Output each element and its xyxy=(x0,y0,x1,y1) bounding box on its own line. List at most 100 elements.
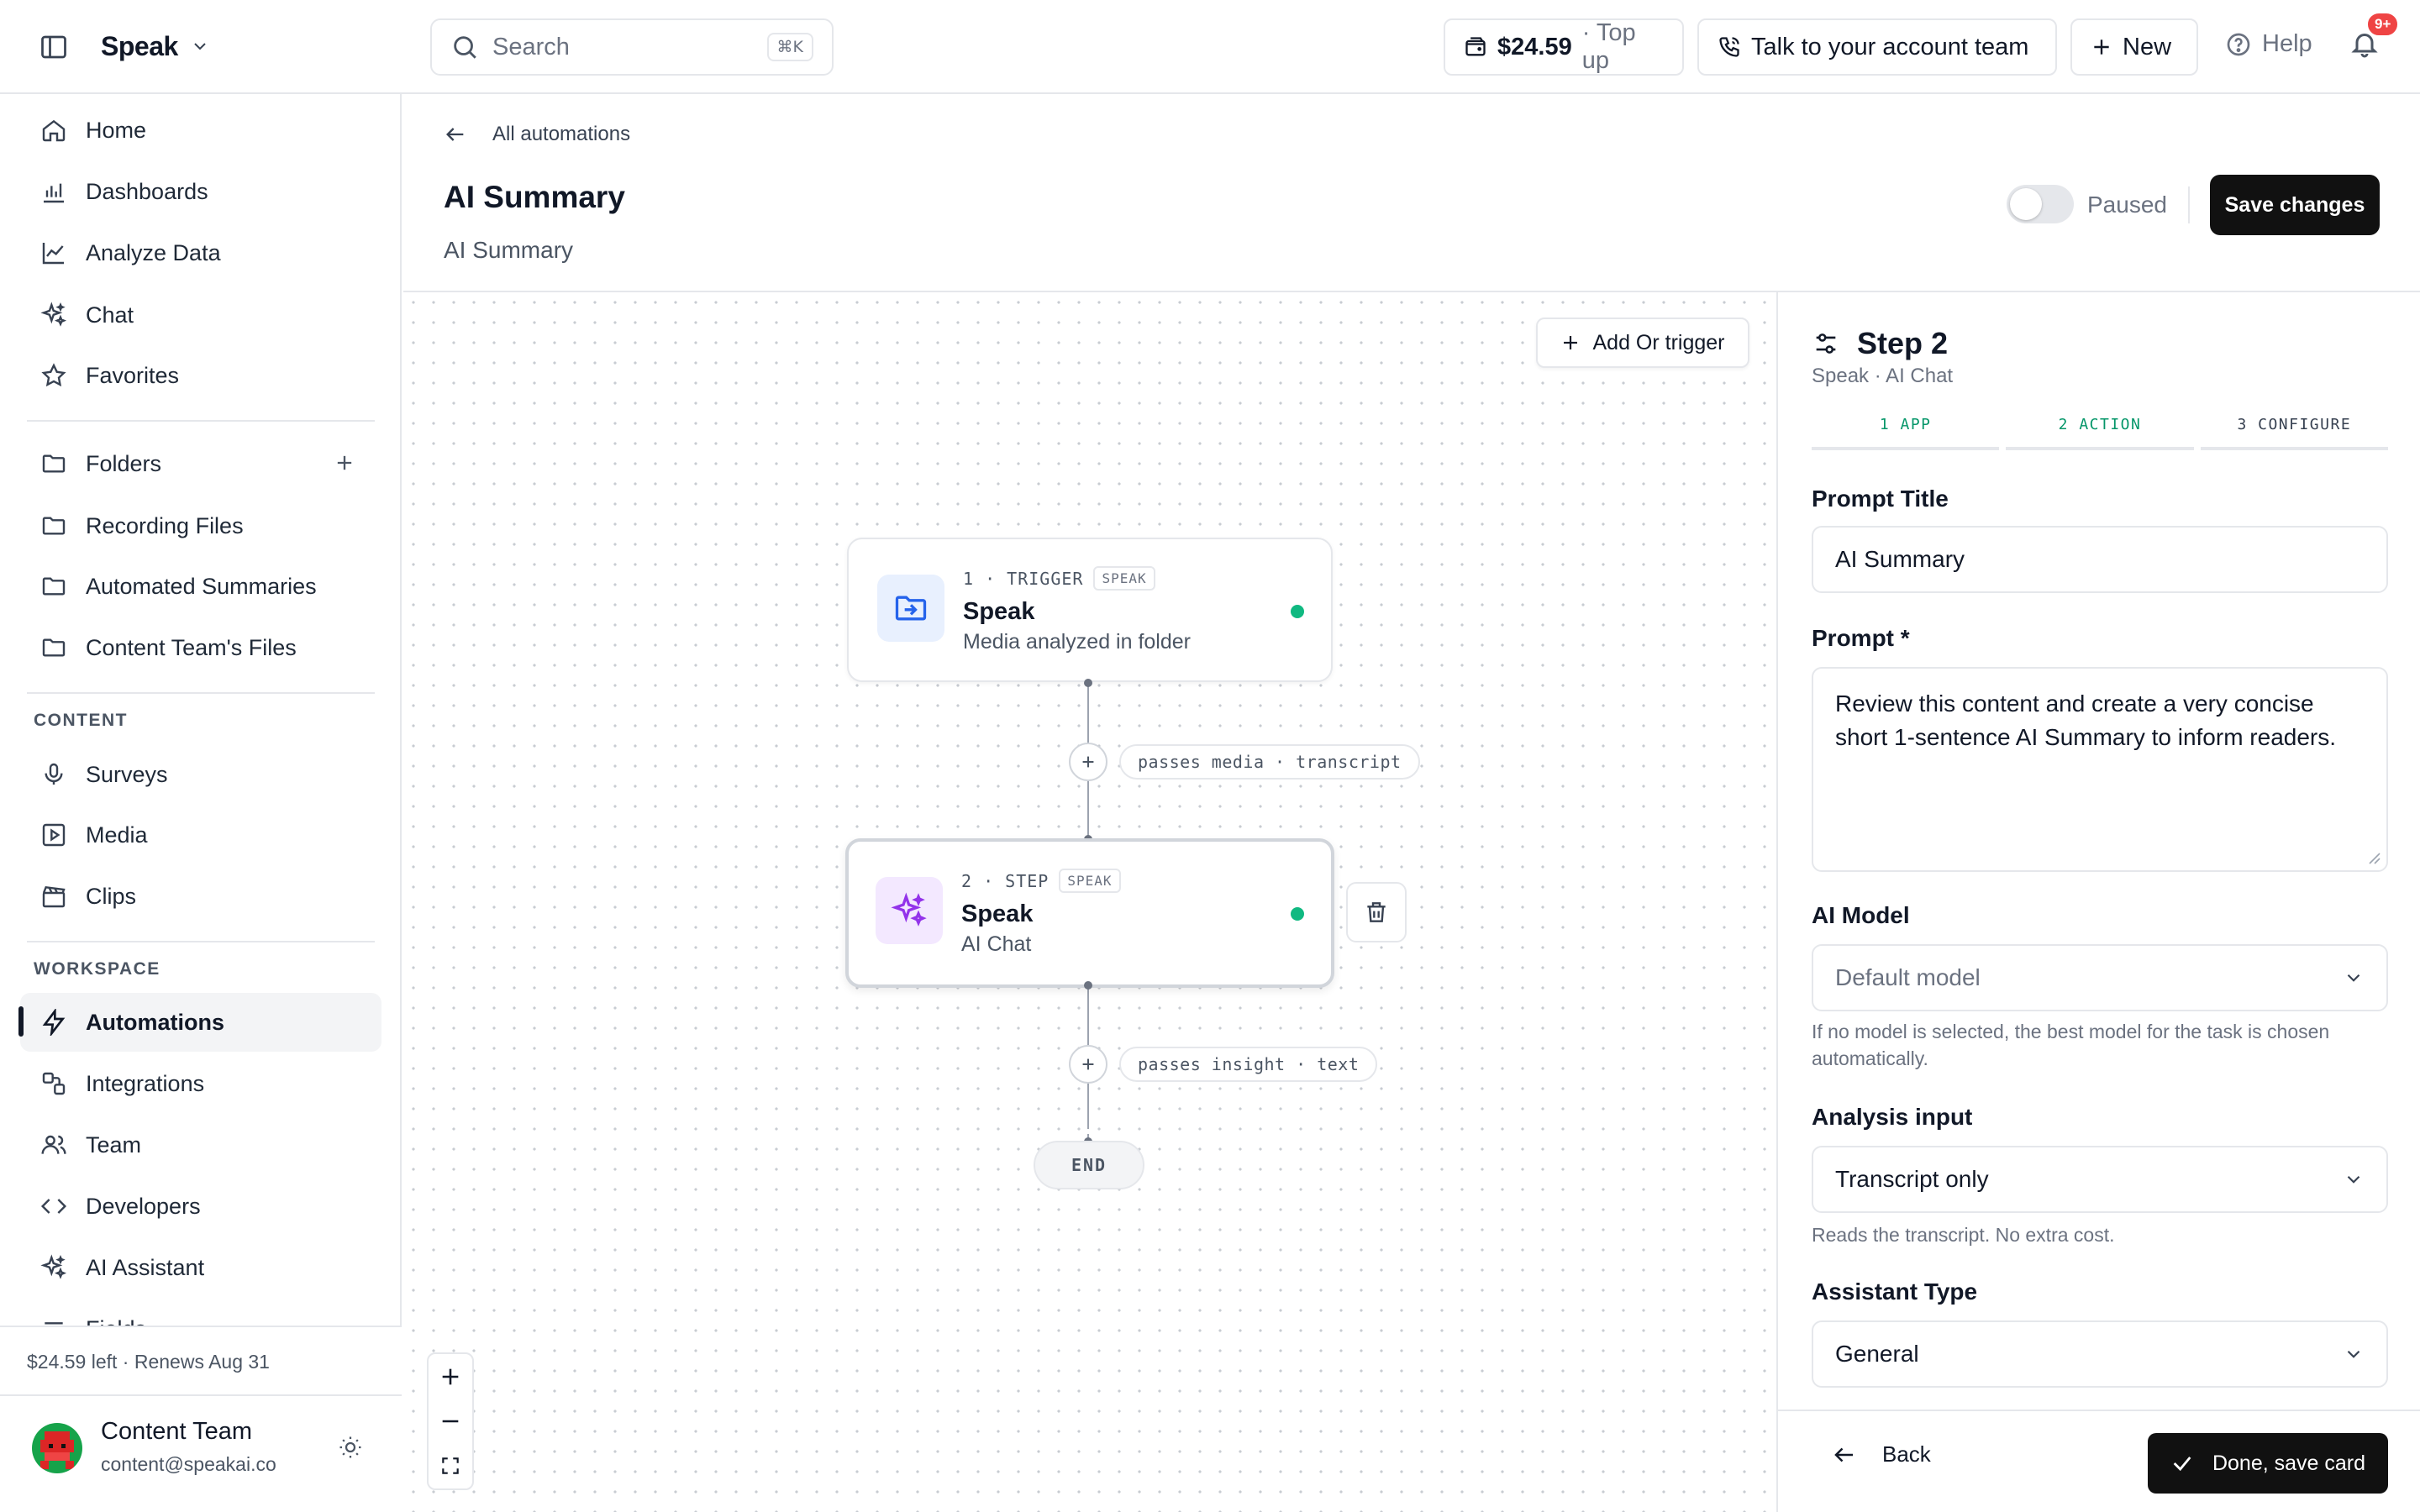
zoom-out-icon[interactable] xyxy=(429,1399,472,1443)
trigger-node[interactable]: 1 · TRIGGER SPEAK Speak Media analyzed i… xyxy=(847,538,1333,682)
tab-action[interactable]: 2 ACTION xyxy=(2006,402,2194,450)
tab-configure[interactable]: 3 CONFIGURE xyxy=(2200,402,2388,450)
sidebar-item-label: Clips xyxy=(86,883,137,909)
integrations-icon xyxy=(40,1070,67,1097)
lightning-icon xyxy=(40,1009,67,1036)
prompt-textarea[interactable]: Review this content and create a very co… xyxy=(1812,667,2388,872)
sidebar-item-team[interactable]: Team xyxy=(20,1116,381,1174)
page-title: AI Summary xyxy=(444,180,625,214)
sidebar-item-ai-assistant[interactable]: AI Assistant xyxy=(20,1238,381,1297)
active-toggle[interactable] xyxy=(2007,185,2074,223)
back-to-automations-link[interactable]: All automations xyxy=(444,123,630,146)
trash-icon xyxy=(1363,899,1390,926)
sidebar-item-surveys[interactable]: Surveys xyxy=(20,745,381,804)
avatar[interactable] xyxy=(32,1423,82,1473)
ai-model-help: If no model is selected, the best model … xyxy=(1812,1021,2330,1069)
sidebar-divider xyxy=(27,941,375,942)
sidebar-item-label: Integrations xyxy=(86,1070,205,1096)
balance-button[interactable]: $24.59 · Top up xyxy=(1444,18,1684,76)
add-step-button[interactable] xyxy=(1069,743,1107,781)
plus-icon xyxy=(1560,333,1581,353)
resize-handle-icon[interactable] xyxy=(2366,850,2381,865)
step-config-panel: Step 2 Speak · AI Chat 1 APP 2 ACTION 3 … xyxy=(1776,292,2420,1512)
workflow-canvas[interactable]: Add Or trigger 1 · TRIGGER SPEAK Speak M… xyxy=(403,292,1776,1512)
search-shortcut: ⌘K xyxy=(766,33,813,61)
add-folder-icon[interactable] xyxy=(333,451,356,475)
sidebar-item-integrations[interactable]: Integrations xyxy=(20,1054,381,1113)
prompt-title-input[interactable]: AI Summary xyxy=(1812,526,2388,593)
sidebar-toggle-icon[interactable] xyxy=(39,32,69,62)
tab-app[interactable]: 1 APP xyxy=(1812,402,2000,450)
app-chip: SPEAK xyxy=(1059,869,1121,893)
prompt-label: Prompt * xyxy=(1812,625,1910,651)
add-or-trigger-button[interactable]: Add Or trigger xyxy=(1536,318,1749,368)
sidebar-item-analyze-data[interactable]: Analyze Data xyxy=(20,223,381,282)
edge-label: passes media · transcript xyxy=(1119,744,1420,780)
sidebar-item-label: Home xyxy=(86,117,147,143)
sidebar-item-home[interactable]: Home xyxy=(20,101,381,160)
sidebar-item-developers[interactable]: Developers xyxy=(20,1177,381,1236)
analysis-input-select[interactable]: Transcript only xyxy=(1812,1146,2388,1213)
node-meta: 1 · TRIGGER SPEAK xyxy=(963,566,1155,591)
wallet-icon xyxy=(1464,35,1487,59)
sidebar-item-recording-files[interactable]: Recording Files xyxy=(20,496,381,555)
fit-view-icon[interactable] xyxy=(429,1443,472,1488)
delete-step-button[interactable] xyxy=(1346,882,1407,942)
add-step-button[interactable] xyxy=(1069,1045,1107,1084)
assistant-type-value: General xyxy=(1835,1341,1919,1367)
node-title: Speak xyxy=(963,598,1035,625)
page-subtitle: AI Summary xyxy=(444,237,574,263)
account-team-button[interactable]: Talk to your account team xyxy=(1697,18,2057,76)
help-button[interactable]: Help xyxy=(2225,30,2312,58)
node-meta: 2 · STEP SPEAK xyxy=(961,869,1121,893)
connector-dot xyxy=(1084,981,1092,990)
chevron-down-icon xyxy=(2343,1168,2365,1190)
arrow-left-icon xyxy=(1832,1442,1857,1467)
microphone-icon xyxy=(40,761,67,788)
zoom-in-icon[interactable] xyxy=(429,1354,472,1399)
save-changes-button[interactable]: Save changes xyxy=(2210,175,2380,235)
done-save-card-button[interactable]: Done, save card xyxy=(2148,1433,2388,1494)
search-input[interactable]: Search ⌘K xyxy=(430,18,834,76)
header-divider xyxy=(2188,186,2190,223)
sidebar-item-favorites[interactable]: Favorites xyxy=(20,346,381,405)
step-title: Step 2 xyxy=(1857,326,1949,360)
line-chart-icon xyxy=(40,239,67,266)
sidebar-item-clips[interactable]: Clips xyxy=(20,867,381,926)
user-name: Content Team xyxy=(101,1418,253,1445)
status-label: Paused xyxy=(2087,192,2167,218)
sparkles-icon xyxy=(40,302,67,328)
plus-icon xyxy=(2091,36,2112,58)
sidebar-item-label: Chat xyxy=(86,302,134,328)
sparkles-icon xyxy=(876,877,943,944)
folder-import-icon xyxy=(877,575,944,642)
app-chip: SPEAK xyxy=(1093,566,1155,591)
sun-icon[interactable] xyxy=(338,1435,363,1460)
sidebar-item-automations[interactable]: Automations xyxy=(20,993,381,1052)
ai-model-select[interactable]: Default model xyxy=(1812,944,2388,1011)
sidebar-item-label: Analyze Data xyxy=(86,239,221,265)
home-icon xyxy=(40,117,67,144)
sidebar-item-label: Automations xyxy=(86,1009,224,1035)
sidebar-item-automated-summaries[interactable]: Automated Summaries xyxy=(20,557,381,616)
sidebar-divider xyxy=(0,1394,402,1396)
user-email: content@speakai.co xyxy=(101,1453,276,1475)
sidebar-divider xyxy=(27,692,375,694)
ai-model-value: Default model xyxy=(1835,964,1981,990)
sidebar-item-folders[interactable]: Folders xyxy=(20,434,381,493)
add-trigger-label: Add Or trigger xyxy=(1592,330,1725,354)
folder-icon xyxy=(40,450,67,477)
new-button[interactable]: New xyxy=(2070,18,2198,76)
sidebar-item-chat[interactable]: Chat xyxy=(20,286,381,344)
star-icon xyxy=(40,362,67,389)
sidebar-item-dashboards[interactable]: Dashboards xyxy=(20,162,381,221)
search-icon xyxy=(450,33,479,61)
step-node[interactable]: 2 · STEP SPEAK Speak AI Chat xyxy=(845,838,1334,988)
assistant-type-select[interactable]: General xyxy=(1812,1320,2388,1388)
toggle-knob xyxy=(2010,188,2042,220)
back-button[interactable]: Back xyxy=(1832,1441,1931,1467)
workspace-switcher[interactable]: Speak xyxy=(101,25,210,67)
sidebar-item-content-teams-files[interactable]: Content Team's Files xyxy=(20,618,381,677)
node-step-label: 2 · STEP xyxy=(961,870,1050,891)
sidebar-item-media[interactable]: Media xyxy=(20,806,381,864)
